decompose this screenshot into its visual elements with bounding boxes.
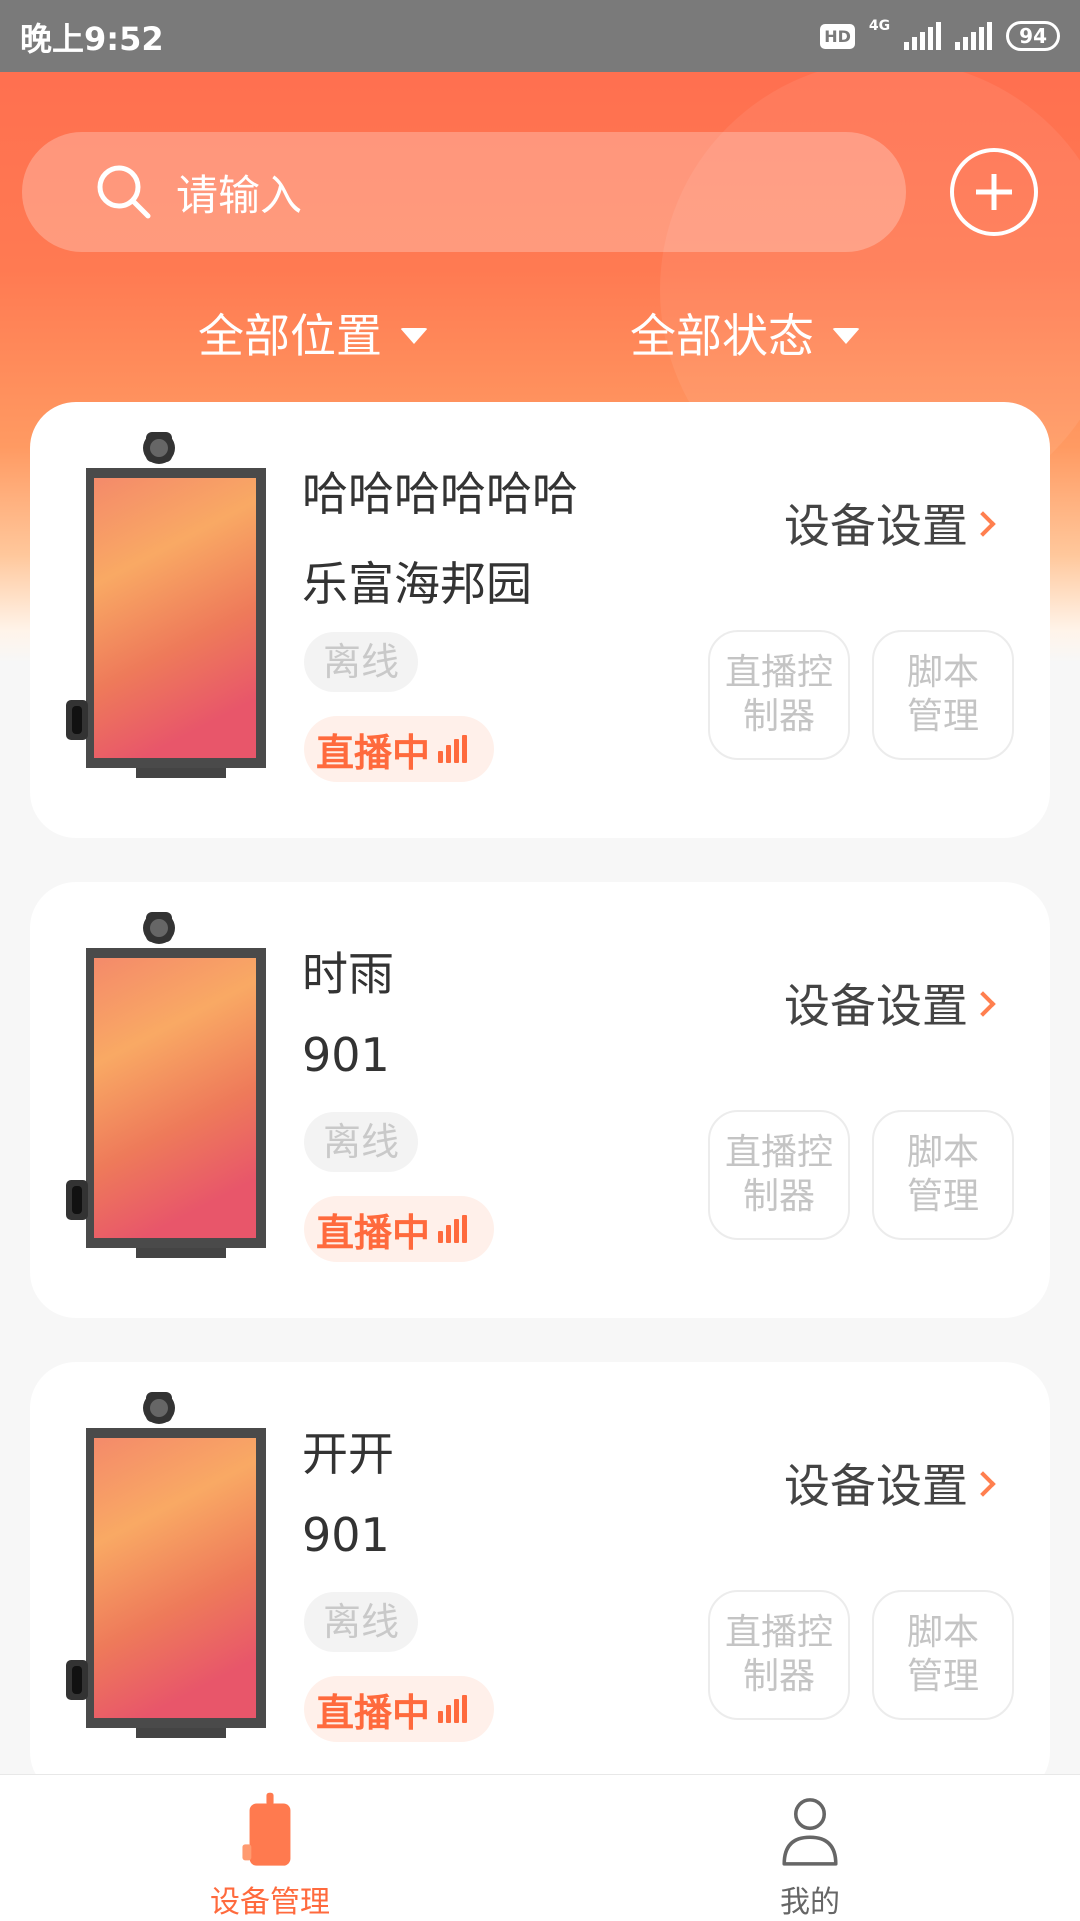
device-location: 乐富海邦园	[302, 557, 532, 611]
script-manage-button[interactable]: 脚本 管理	[872, 630, 1014, 760]
status-filter-label: 全部状态	[630, 309, 814, 363]
device-settings-link[interactable]: 设备设置	[784, 490, 996, 556]
device-icon	[242, 1792, 291, 1866]
battery-icon: 94	[1006, 21, 1060, 51]
device-image	[66, 1392, 266, 1738]
live-badge: 直播中	[304, 716, 494, 782]
live-badge: 直播中	[304, 1196, 494, 1262]
offline-badge: 离线	[304, 1112, 418, 1172]
chevron-right-icon	[970, 511, 996, 537]
device-location: 901	[302, 1028, 390, 1082]
live-control-button[interactable]: 直播控 制器	[708, 1590, 850, 1720]
add-device-button[interactable]	[950, 148, 1038, 236]
device-card[interactable]: 哈哈哈哈哈哈 乐富海邦园 离线 直播中 设备设置 直播控 制器 脚本 管理	[30, 402, 1050, 838]
live-badge: 直播中	[304, 1676, 494, 1742]
chevron-right-icon	[970, 1471, 996, 1497]
search-icon	[97, 165, 151, 219]
live-control-line1: 直播控	[724, 1612, 833, 1653]
device-settings-label: 设备设置	[784, 499, 968, 553]
offline-badge: 离线	[304, 1592, 418, 1652]
search-placeholder: 请输入	[176, 170, 303, 220]
device-image	[66, 432, 266, 778]
script-manage-line2: 管理	[906, 696, 979, 737]
device-settings-label: 设备设置	[784, 1459, 968, 1513]
status-filter[interactable]: 全部状态	[630, 300, 860, 366]
live-control-button[interactable]: 直播控 制器	[708, 1110, 850, 1240]
signal-icon	[904, 22, 942, 50]
device-card[interactable]: 开开 901 离线 直播中 设备设置 直播控 制器 脚本 管理	[30, 1362, 1050, 1798]
script-manage-line2: 管理	[906, 1176, 979, 1217]
location-filter-label: 全部位置	[198, 309, 382, 363]
status-indicators: HD 4G 94	[820, 16, 1060, 56]
dropdown-arrow-icon	[400, 328, 428, 344]
live-signal-icon	[438, 1215, 468, 1243]
live-control-line1: 直播控	[724, 1132, 833, 1173]
device-name: 哈哈哈哈哈哈	[302, 467, 578, 521]
device-name: 时雨	[302, 947, 394, 1001]
script-manage-line1: 脚本	[906, 1132, 979, 1173]
live-badge-label: 直播中	[316, 730, 431, 775]
chevron-right-icon	[970, 991, 996, 1017]
device-settings-label: 设备设置	[784, 979, 968, 1033]
hd-icon: HD	[820, 23, 855, 49]
live-badge-label: 直播中	[316, 1690, 431, 1735]
nav-device-management-label: 设备管理	[210, 1885, 330, 1920]
script-manage-button[interactable]: 脚本 管理	[872, 1110, 1014, 1240]
script-manage-line1: 脚本	[906, 1612, 979, 1653]
nav-device-management[interactable]: 设备管理	[120, 1775, 420, 1921]
live-control-line2: 制器	[742, 696, 815, 737]
network-type-label: 4G	[868, 18, 891, 34]
live-control-line2: 制器	[742, 1656, 815, 1697]
script-manage-button[interactable]: 脚本 管理	[872, 1590, 1014, 1720]
user-icon	[782, 1798, 838, 1866]
offline-badge: 离线	[304, 632, 418, 692]
nav-mine[interactable]: 我的	[660, 1775, 960, 1921]
script-manage-line1: 脚本	[906, 652, 979, 693]
live-control-line2: 制器	[742, 1176, 815, 1217]
dropdown-arrow-icon	[832, 328, 860, 344]
device-card[interactable]: 时雨 901 离线 直播中 设备设置 直播控 制器 脚本 管理	[30, 882, 1050, 1318]
bottom-nav: 设备管理 我的	[0, 1774, 1080, 1921]
search-input[interactable]: 请输入	[22, 132, 906, 252]
location-filter[interactable]: 全部位置	[198, 300, 428, 366]
live-control-button[interactable]: 直播控 制器	[708, 630, 850, 760]
nav-mine-label: 我的	[780, 1885, 840, 1920]
status-time: 晚上9:52	[20, 20, 164, 58]
live-badge-label: 直播中	[316, 1210, 431, 1255]
device-settings-link[interactable]: 设备设置	[784, 970, 996, 1036]
script-manage-line2: 管理	[906, 1656, 979, 1697]
live-signal-icon	[438, 1695, 468, 1723]
device-image	[66, 912, 266, 1258]
signal-icon-2	[955, 22, 993, 50]
device-location: 901	[302, 1508, 390, 1562]
live-control-line1: 直播控	[724, 652, 833, 693]
device-name: 开开	[302, 1427, 394, 1481]
status-bar: 晚上9:52 HD 4G 94	[0, 0, 1080, 72]
device-settings-link[interactable]: 设备设置	[784, 1450, 996, 1516]
live-signal-icon	[438, 735, 468, 763]
